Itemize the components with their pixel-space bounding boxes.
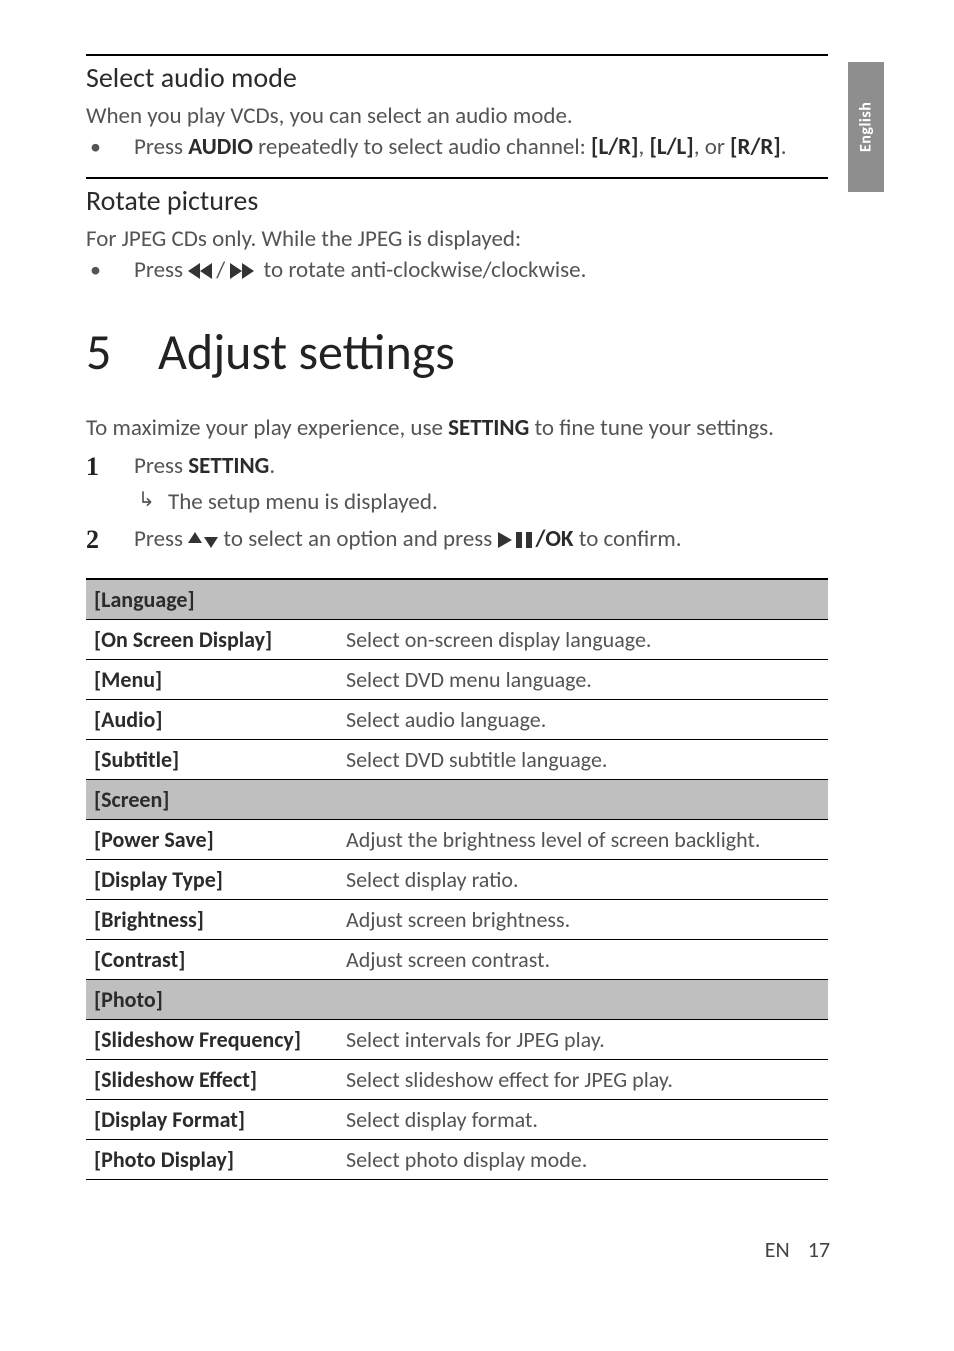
- section-label: [Screen]: [86, 780, 828, 820]
- setting-label: [Subtitle]: [86, 740, 338, 780]
- setting-label: [Menu]: [86, 660, 338, 700]
- table-section-header: [Screen]: [86, 780, 828, 820]
- setting-label: [Contrast]: [86, 940, 338, 980]
- page-content: Select audio mode When you play VCDs, yo…: [86, 54, 828, 1180]
- key-audio: AUDIO: [188, 133, 253, 161]
- chapter-heading: 5Adjust settings: [86, 322, 828, 383]
- text: , or: [694, 133, 730, 161]
- text: to fine tune your settings.: [529, 414, 774, 442]
- footer-page-number: 17: [808, 1236, 830, 1263]
- opt-rr: [R/R]: [730, 133, 781, 161]
- table-row: [Display Type]Select display ratio.: [86, 860, 828, 900]
- table-row: [Brightness]Adjust screen brightness.: [86, 900, 828, 940]
- table-row: [Contrast]Adjust screen contrast.: [86, 940, 828, 980]
- setting-description: Select slideshow effect for JPEG play.: [338, 1060, 828, 1100]
- setting-label: [Display Format]: [86, 1100, 338, 1140]
- setting-description: Select intervals for JPEG play.: [338, 1020, 828, 1060]
- chapter-number: 5: [86, 322, 158, 383]
- step-1-result: The setup menu is displayed.: [134, 486, 828, 519]
- play-pause-icon: [498, 531, 536, 549]
- page-footer: EN 17: [0, 1236, 954, 1263]
- rewind-icon: [188, 262, 216, 280]
- setting-description: Select photo display mode.: [338, 1140, 828, 1180]
- ok-label: /OK: [536, 525, 574, 553]
- setting-label: [Photo Display]: [86, 1140, 338, 1180]
- text: /: [216, 256, 225, 284]
- chapter-intro: To maximize your play experience, use SE…: [86, 413, 828, 444]
- setting-description: Select on-screen display language.: [338, 620, 828, 660]
- heading-rotate-pictures: Rotate pictures: [86, 183, 828, 218]
- table-row: [Photo Display]Select photo display mode…: [86, 1140, 828, 1180]
- setting-description: Select DVD menu language.: [338, 660, 828, 700]
- section2-bullet: Press / to rotate anti-clockwise/clockwi…: [86, 255, 828, 286]
- fast-forward-icon: [230, 262, 258, 280]
- step-2: 2 Press to select an option and press /O…: [86, 523, 828, 556]
- section2-intro: For JPEG CDs only. While the JPEG is dis…: [86, 224, 828, 255]
- table-row: [On Screen Display]Select on-screen disp…: [86, 620, 828, 660]
- table-row: [Power Save]Adjust the brightness level …: [86, 820, 828, 860]
- table-row: [Subtitle]Select DVD subtitle language.: [86, 740, 828, 780]
- setting-description: Select display format.: [338, 1100, 828, 1140]
- divider: [86, 54, 828, 56]
- setting-label: [Slideshow Effect]: [86, 1060, 338, 1100]
- setting-description: Adjust the brightness level of screen ba…: [338, 820, 828, 860]
- setting-description: Select audio language.: [338, 700, 828, 740]
- setting-description: Adjust screen brightness.: [338, 900, 828, 940]
- step-1: 1 Press SETTING. The setup menu is displ…: [86, 450, 828, 519]
- heading-select-audio-mode: Select audio mode: [86, 60, 828, 95]
- text: to confirm.: [574, 525, 682, 553]
- step-number: 1: [86, 448, 99, 486]
- language-side-tab: English: [848, 62, 884, 192]
- section1-bullet: Press AUDIO repeatedly to select audio c…: [86, 132, 828, 163]
- setting-description: Select DVD subtitle language.: [338, 740, 828, 780]
- text: ,: [639, 133, 650, 161]
- text: repeatedly to select audio channel:: [253, 133, 591, 161]
- text: to select an option and press: [218, 525, 497, 553]
- setting-label: [Brightness]: [86, 900, 338, 940]
- setting-description: Select display ratio.: [338, 860, 828, 900]
- setting-label: [Power Save]: [86, 820, 338, 860]
- opt-ll: [L/L]: [649, 133, 693, 161]
- key-setting: SETTING: [188, 452, 269, 480]
- text: .: [781, 133, 787, 161]
- section1-intro: When you play VCDs, you can select an au…: [86, 101, 828, 132]
- settings-table: [Language][On Screen Display]Select on-s…: [86, 578, 828, 1180]
- section-label: [Photo]: [86, 980, 828, 1020]
- table-row: [Slideshow Frequency]Select intervals fo…: [86, 1020, 828, 1060]
- table-row: [Slideshow Effect]Select slideshow effec…: [86, 1060, 828, 1100]
- table-row: [Display Format]Select display format.: [86, 1100, 828, 1140]
- text: .: [269, 452, 275, 480]
- table-section-header: [Photo]: [86, 980, 828, 1020]
- opt-lr: [L/R]: [591, 133, 639, 161]
- text: Press: [134, 133, 188, 161]
- footer-lang: EN: [765, 1236, 790, 1263]
- table-section-header: [Language]: [86, 579, 828, 620]
- setting-label: [Slideshow Frequency]: [86, 1020, 338, 1060]
- step-number: 2: [86, 521, 99, 559]
- text: To maximize your play experience, use: [86, 414, 448, 442]
- text: Press: [134, 452, 188, 480]
- setting-label: [Display Type]: [86, 860, 338, 900]
- setting-label: [Audio]: [86, 700, 338, 740]
- text: to rotate anti-clockwise/clockwise.: [258, 256, 586, 284]
- divider: [86, 177, 828, 179]
- up-down-icon: [188, 531, 218, 549]
- key-setting: SETTING: [448, 414, 529, 442]
- text: Press: [134, 256, 188, 284]
- section-label: [Language]: [86, 579, 828, 620]
- table-row: [Audio]Select audio language.: [86, 700, 828, 740]
- table-row: [Menu]Select DVD menu language.: [86, 660, 828, 700]
- chapter-title: Adjust settings: [158, 322, 455, 383]
- text: Press: [134, 525, 188, 553]
- setting-label: [On Screen Display]: [86, 620, 338, 660]
- setting-description: Adjust screen contrast.: [338, 940, 828, 980]
